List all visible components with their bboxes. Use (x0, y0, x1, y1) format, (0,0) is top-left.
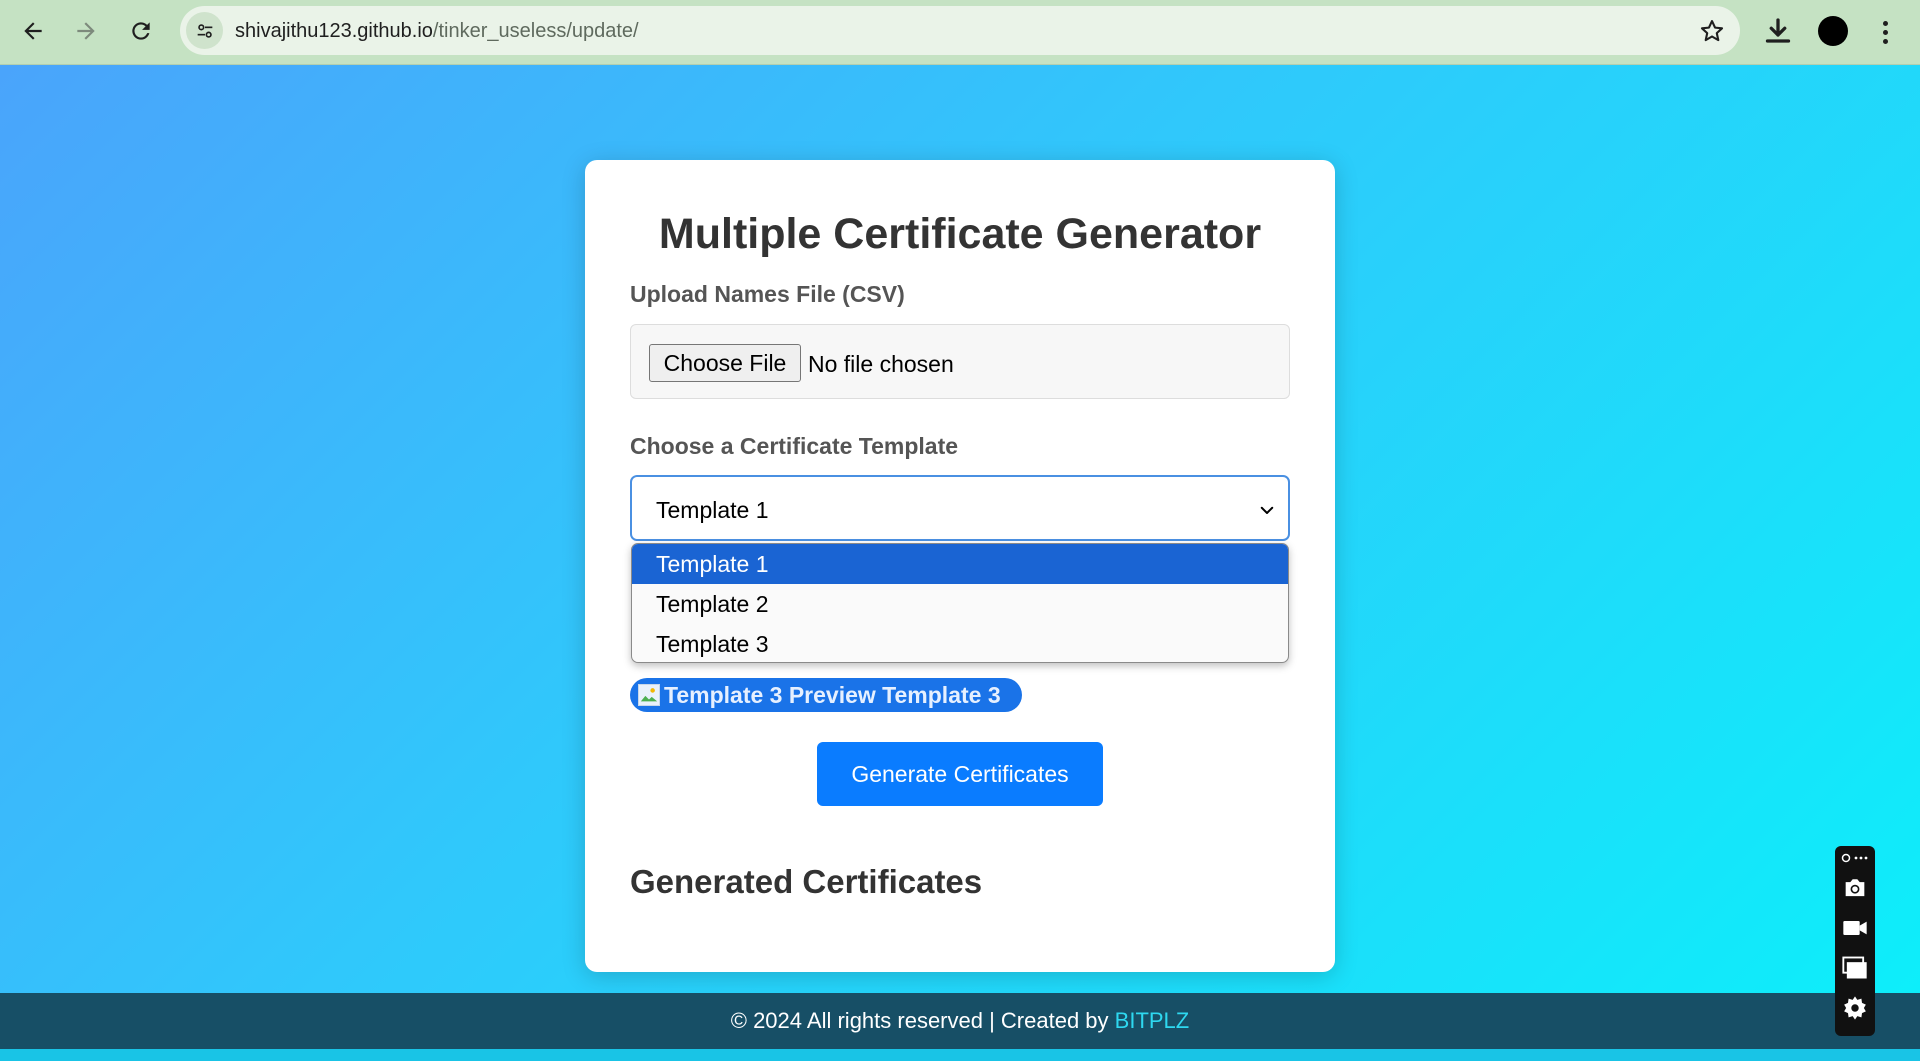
generated-certificates-heading: Generated Certificates (630, 863, 983, 900)
template-preview-chip[interactable]: Template 3 Preview Template 3 (630, 678, 1022, 712)
browser-toolbar: shivajithu123.github.io/tinker_useless/u… (0, 0, 1920, 65)
forward-button[interactable] (67, 12, 105, 50)
tune-icon (197, 23, 212, 38)
footer-text: © 2024 All rights reserved | Created by (730, 1008, 1115, 1033)
reload-button[interactable] (122, 12, 160, 50)
page-background: Multiple Certificate Generator Upload Na… (0, 65, 1920, 993)
url-text: shivajithu123.github.io/tinker_useless/u… (235, 20, 639, 43)
screens-icon[interactable] (1841, 954, 1869, 982)
page-title: Multiple Certificate Generator (658, 210, 1262, 258)
template-select-value: Template 1 (656, 497, 769, 523)
url-path: /tinker_useless/update/ (432, 20, 639, 42)
generate-certificates-button[interactable]: Generate Certificates (817, 742, 1103, 806)
reload-icon (132, 22, 150, 40)
file-status-text: No file chosen (808, 351, 954, 377)
bookmark-star-icon[interactable] (1698, 17, 1726, 45)
forward-arrow-icon (77, 22, 95, 40)
template-option-3[interactable]: Template 3 (632, 624, 1288, 662)
choose-file-button[interactable]: Choose File (649, 344, 801, 382)
video-icon[interactable] (1841, 914, 1869, 942)
menu-dot (1882, 38, 1888, 44)
bottom-strip (0, 1049, 1920, 1061)
template-option-2[interactable]: Template 2 (632, 584, 1288, 624)
footer-brand-link[interactable]: BITPLZ (1115, 1008, 1190, 1034)
settings-icon[interactable] (1841, 994, 1869, 1022)
more-icon (1841, 853, 1868, 863)
profile-avatar[interactable] (1818, 16, 1848, 46)
site-info-button[interactable] (186, 12, 223, 49)
chevron-down-icon (1260, 506, 1274, 514)
template-label: Choose a Certificate Template (630, 433, 959, 459)
browser-menu-button[interactable] (1872, 14, 1898, 50)
back-button[interactable] (14, 12, 52, 50)
page-footer: © 2024 All rights reserved | Created by … (0, 993, 1920, 1049)
template-select[interactable]: Template 1 (630, 475, 1290, 541)
upload-label: Upload Names File (CSV) (630, 281, 905, 307)
url-host: shivajithu123.github.io (235, 20, 433, 42)
address-bar[interactable]: shivajithu123.github.io/tinker_useless/u… (180, 6, 1740, 55)
template-preview-text: Template 3 Preview Template 3 (664, 681, 1001, 708)
camera-icon[interactable] (1841, 874, 1869, 902)
download-icon[interactable] (1760, 14, 1796, 50)
recorder-handle[interactable] (1841, 852, 1869, 867)
back-arrow-icon (24, 22, 42, 40)
template-option-1[interactable]: Template 1 (632, 544, 1288, 584)
file-upload-field[interactable]: Choose File No file chosen (630, 324, 1290, 399)
recorder-toolbar (1835, 846, 1875, 1036)
template-dropdown-list: Template 1 Template 2 Template 3 (631, 543, 1289, 663)
broken-image-icon (638, 684, 660, 706)
menu-dot (1882, 20, 1888, 26)
menu-dot (1882, 29, 1888, 35)
